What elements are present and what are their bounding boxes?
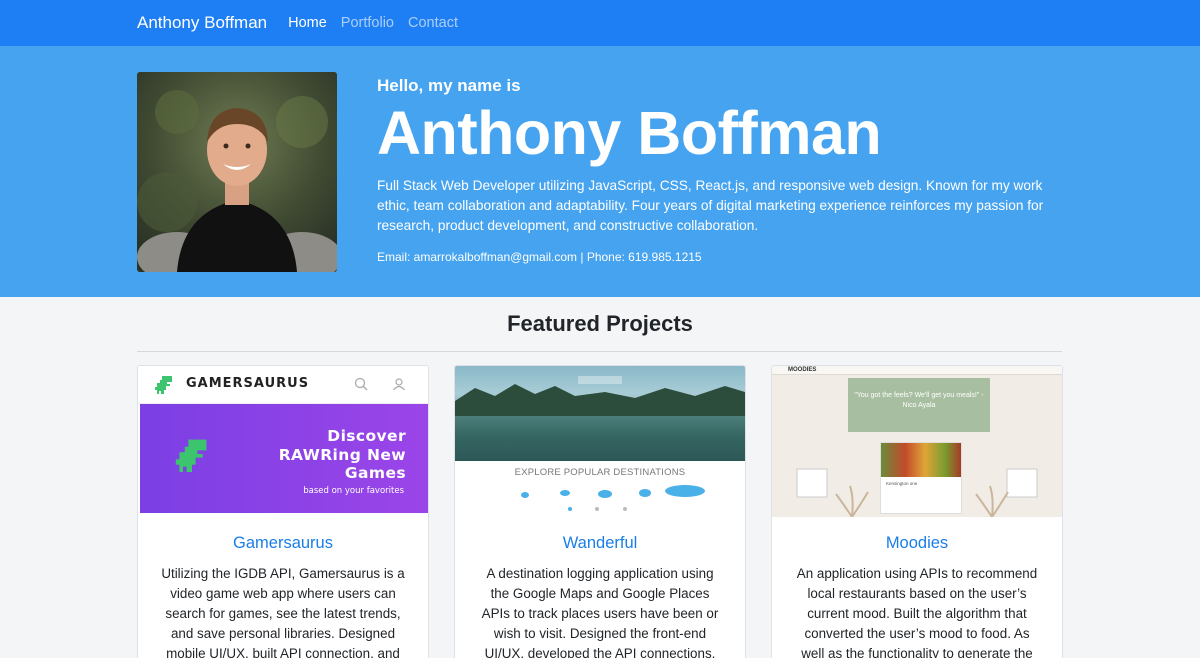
project-title-gamersaurus[interactable]: Gamersaurus bbox=[138, 534, 428, 553]
project-description-wanderful: A destination logging application using … bbox=[481, 566, 719, 658]
profile-photo bbox=[137, 72, 337, 272]
dinosaur-icon bbox=[155, 376, 172, 394]
moodies-background: MOODIES "You got the feels? We'll get yo… bbox=[772, 366, 1062, 517]
project-title-moodies[interactable]: Moodies bbox=[772, 534, 1062, 553]
search-icon bbox=[354, 377, 368, 391]
wanderful-explore-section: EXPLORE POPULAR DESTINATIONS bbox=[455, 461, 745, 517]
moodies-card-title: Kensington one bbox=[886, 481, 918, 486]
contact-info: Email: amarrokalboffman@gmail.com | Phon… bbox=[377, 250, 702, 264]
wanderful-lake-image bbox=[455, 366, 745, 461]
project-title-wanderful[interactable]: Wanderful bbox=[455, 534, 745, 553]
hero-name: Anthony Boffman bbox=[377, 99, 882, 167]
project-screenshot-gamersaurus[interactable]: GAMERSAURUS Discover RAWRing New Games b… bbox=[138, 366, 428, 517]
dinosaur-banner-icon bbox=[175, 439, 207, 472]
wanderful-footer-icons bbox=[568, 507, 627, 511]
project-card-wanderful: EXPLORE POPULAR DESTINATIONS Wanderful A… bbox=[454, 365, 746, 658]
gamersaurus-logo-text: GAMERSAURUS bbox=[186, 376, 310, 391]
moodies-quote: "You got the feels? We'll get you meals!… bbox=[854, 392, 984, 409]
moodies-navbar: MOODIES bbox=[772, 366, 1062, 375]
plant-right-graphic bbox=[975, 485, 1009, 517]
top-navbar: Anthony Boffman Home Portfolio Contact bbox=[0, 0, 1200, 46]
hero-section: Hello, my name is Anthony Boffman Full S… bbox=[0, 46, 1200, 297]
project-screenshot-wanderful[interactable]: EXPLORE POPULAR DESTINATIONS bbox=[455, 366, 745, 517]
project-description-moodies: An application using APIs to recommend l… bbox=[796, 566, 1038, 658]
nav-link-contact[interactable]: Contact bbox=[408, 15, 458, 31]
project-card-moodies: MOODIES "You got the feels? We'll get yo… bbox=[771, 365, 1063, 658]
nav-link-home[interactable]: Home bbox=[288, 15, 327, 31]
gamersaurus-subline: based on your favorites bbox=[303, 486, 404, 496]
world-map-graphic bbox=[521, 485, 705, 498]
brand-link[interactable]: Anthony Boffman bbox=[137, 13, 267, 33]
bio-text: Full Stack Web Developer utilizing JavaS… bbox=[377, 178, 1044, 233]
wanderful-explore-text: EXPLORE POPULAR DESTINATIONS bbox=[514, 467, 686, 478]
project-screenshot-moodies[interactable]: MOODIES "You got the feels? We'll get yo… bbox=[772, 366, 1062, 517]
gamersaurus-headline: Discover RAWRing New Games bbox=[278, 427, 406, 482]
section-title: Featured Projects bbox=[507, 311, 693, 336]
gamersaurus-banner: Discover RAWRing New Games based on your… bbox=[140, 404, 428, 513]
gamersaurus-header: GAMERSAURUS bbox=[138, 366, 428, 404]
user-icon bbox=[393, 378, 405, 391]
moodies-restaurant-card: Kensington one bbox=[880, 442, 962, 514]
section-divider bbox=[137, 351, 1062, 352]
project-card-gamersaurus: GAMERSAURUS Discover RAWRing New Games b… bbox=[137, 365, 429, 658]
plant-left-graphic bbox=[835, 485, 869, 517]
frame-left-graphic bbox=[796, 468, 828, 498]
moodies-food-image bbox=[881, 443, 961, 477]
project-description-gamersaurus: Utilizing the IGDB API, Gamersaurus is a… bbox=[161, 566, 405, 658]
greeting-text: Hello, my name is bbox=[377, 76, 521, 95]
nav-link-portfolio[interactable]: Portfolio bbox=[341, 15, 394, 31]
